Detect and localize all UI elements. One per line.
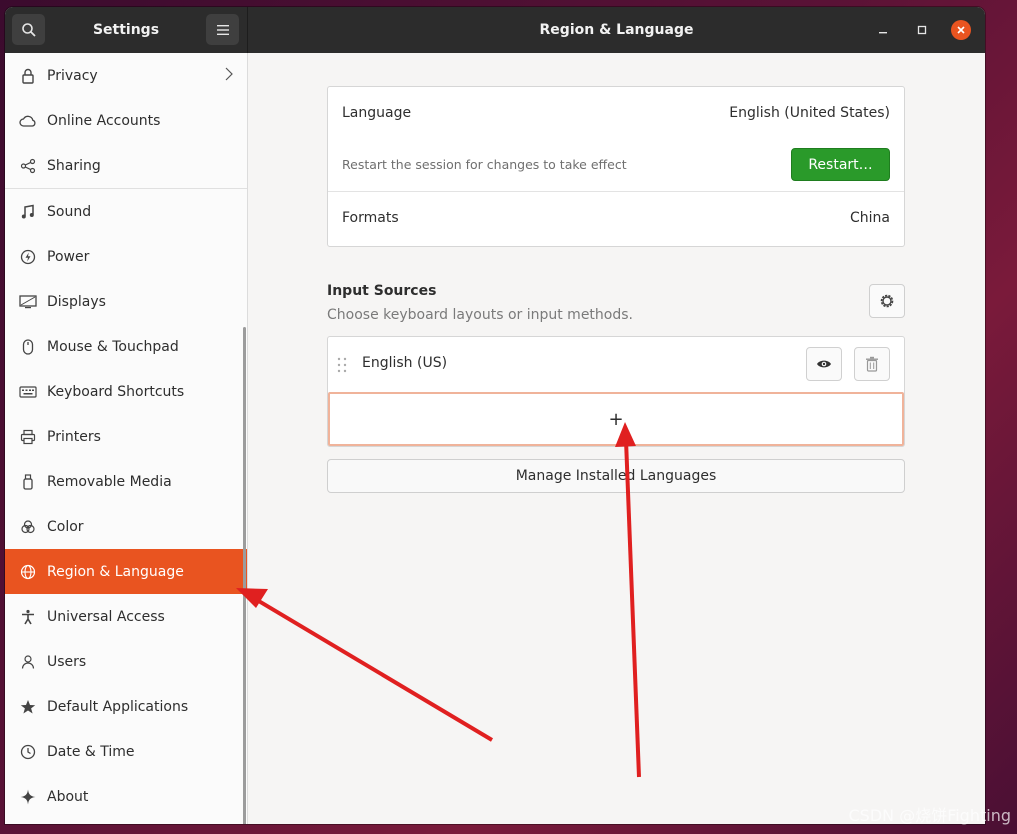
input-sources-list: English (US) + [327,336,905,447]
sidebar-item-label: Privacy [47,67,98,84]
sidebar-item-about[interactable]: About [5,774,247,819]
globe-icon [19,563,37,581]
sidebar-item-label: Keyboard Shortcuts [47,383,185,400]
header-bar: Settings Region & Language [5,7,985,53]
sidebar-item-label: Online Accounts [47,112,161,129]
display-icon [19,293,37,311]
sidebar-item-mouse-touchpad[interactable]: Mouse & Touchpad [5,324,247,369]
chevron-right-icon [225,66,233,86]
sidebar-item-label: Mouse & Touchpad [47,338,179,355]
gear-icon [880,294,894,308]
watermark: CSDN @烧饼Fighting [848,806,1011,825]
maximize-icon [917,25,927,35]
remove-input-source-button[interactable] [854,347,890,381]
sidebar-item-users[interactable]: Users [5,639,247,684]
sidebar-item-displays[interactable]: Displays [5,279,247,324]
restart-button[interactable]: Restart… [791,148,890,181]
power-icon [19,248,37,266]
usb-drive-icon [19,473,37,491]
language-label: Language [342,105,412,121]
sidebar: Privacy Online Accounts Sharing Sound Po… [5,53,248,824]
region-language-panel: Language English (United States) Restart… [248,53,985,824]
sidebar-item-date-time[interactable]: Date & Time [5,729,247,774]
sidebar-item-label: About [47,788,89,805]
sidebar-item-label: Users [47,653,87,670]
accessibility-icon [19,608,37,626]
settings-window: Settings Region & Language Privacy Onlin… [5,7,985,824]
sidebar-item-power[interactable]: Power [5,234,247,279]
input-source-row[interactable]: English (US) [328,337,904,392]
input-sources-options-button[interactable] [869,284,905,318]
language-formats-card: Language English (United States) Restart… [327,86,905,247]
sidebar-item-label: Displays [47,293,106,310]
close-icon [957,26,965,34]
input-source-label: English (US) [362,355,448,371]
users-icon [19,653,37,671]
clock-icon [19,743,37,761]
manage-installed-languages-button[interactable]: Manage Installed Languages [327,459,905,493]
sidebar-item-label: Sharing [47,157,101,174]
minimize-button[interactable] [873,20,893,40]
sidebar-item-label: Removable Media [47,473,172,490]
sidebar-item-label: Default Applications [47,698,189,715]
sparkle-icon [19,788,37,806]
add-icon: + [608,408,624,430]
sidebar-item-label: Date & Time [47,743,135,760]
language-value: English (United States) [729,105,890,121]
input-sources-subtitle: Choose keyboard layouts or input methods… [327,307,633,323]
restart-note: Restart the session for changes to take … [342,157,627,172]
sidebar-header: Settings [5,7,248,53]
sidebar-item-keyboard-shortcuts[interactable]: Keyboard Shortcuts [5,369,247,414]
sidebar-item-sharing[interactable]: Sharing [5,143,247,188]
sidebar-item-region-language[interactable]: Region & Language [5,549,247,594]
star-icon [19,698,37,716]
maximize-button[interactable] [912,20,932,40]
sidebar-item-label: Region & Language [47,563,184,580]
sidebar-item-label: Color [47,518,84,535]
lock-icon [19,67,37,85]
card-divider [328,191,904,192]
sidebar-item-label: Printers [47,428,101,445]
menu-button[interactable] [206,14,239,45]
color-icon [19,518,37,536]
sidebar-item-label: Sound [47,203,92,220]
trash-icon [866,356,878,372]
sidebar-scrollbar[interactable] [243,327,246,824]
eye-icon [817,360,831,368]
cloud-icon [19,112,37,130]
sidebar-item-online-accounts[interactable]: Online Accounts [5,98,247,143]
sidebar-item-removable-media[interactable]: Removable Media [5,459,247,504]
sidebar-item-universal-access[interactable]: Universal Access [5,594,247,639]
sidebar-item-color[interactable]: Color [5,504,247,549]
close-button[interactable] [951,20,971,40]
preview-layout-button[interactable] [806,347,842,381]
sidebar-item-printers[interactable]: Printers [5,414,247,459]
input-sources-title: Input Sources [327,283,437,299]
sidebar-item-label: Power [47,248,90,265]
printer-icon [19,428,37,446]
keyboard-icon [19,383,37,401]
sidebar-item-default-applications[interactable]: Default Applications [5,684,247,729]
sidebar-item-sound[interactable]: Sound [5,189,247,234]
formats-value: China [850,210,890,226]
share-icon [19,157,37,175]
mouse-icon [19,338,37,356]
minimize-icon [879,32,887,34]
formats-label: Formats [342,210,399,226]
sidebar-item-privacy[interactable]: Privacy [5,53,247,98]
drag-handle-icon[interactable] [337,357,347,377]
music-note-icon [19,203,37,221]
hamburger-menu-icon [216,24,229,35]
add-input-source-button[interactable]: + [328,392,904,446]
sidebar-item-label: Universal Access [47,608,165,625]
